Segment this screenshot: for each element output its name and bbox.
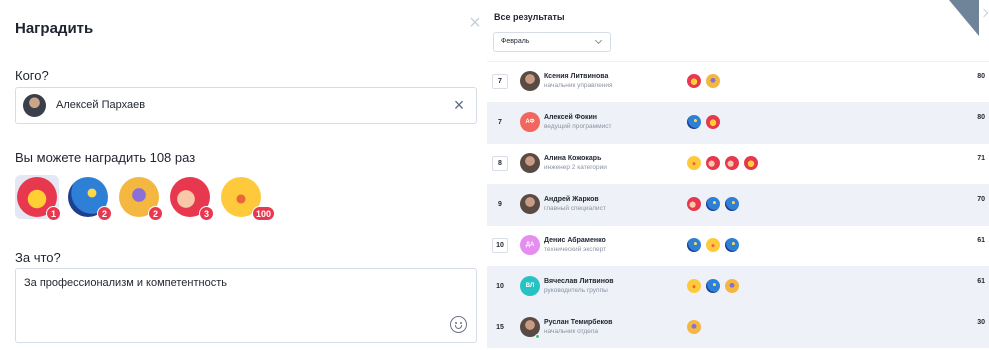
table-row[interactable]: 10 ДА Денис Абраменко технический эксперт 61 (487, 225, 989, 266)
star-award-icon (687, 74, 701, 88)
badge-count: 1 (46, 206, 61, 221)
rank-badge: 15 (496, 324, 504, 331)
rank-badge: 7 (492, 74, 508, 89)
badge-option-thumbs-up[interactable]: 3 (168, 175, 214, 221)
award-panel: Наградить × Кого? Алексей Пархаев × Вы м… (0, 0, 487, 350)
employee-name[interactable]: Денис Абраменко (544, 237, 606, 244)
microphone-award-icon (706, 74, 720, 88)
close-icon[interactable]: × (466, 13, 484, 33)
employee-role: ведущий программист (544, 123, 612, 130)
who-label: Кого? (15, 68, 49, 83)
smile-award-icon (706, 238, 720, 252)
results-title: Все результаты (494, 12, 565, 22)
thumbs-up-award-icon (725, 156, 739, 170)
reason-textarea[interactable]: За профессионализм и компетентность (15, 268, 477, 343)
badge-option-smile[interactable]: 100 (219, 175, 275, 221)
results-panel: Все результаты Февраль 7 Ксения Литвинова… (487, 0, 989, 350)
rocket-award-icon (725, 197, 739, 211)
employee-name[interactable]: Алексей Фокин (544, 114, 597, 121)
rocket-award-icon (706, 197, 720, 211)
rank-badge: 7 (498, 119, 502, 126)
badge-option-microphone[interactable]: 2 (117, 175, 163, 221)
employee-role: начальник управления (544, 82, 613, 89)
clear-recipient-icon[interactable]: × (450, 96, 468, 114)
employee-name[interactable]: Ксения Литвинова (544, 73, 608, 80)
rocket-award-icon (725, 238, 739, 252)
badge-count: 3 (199, 206, 214, 221)
table-row[interactable]: 7 АФ Алексей Фокин ведущий программист 80 (487, 102, 989, 143)
rank-badge: 8 (492, 156, 508, 171)
table-row[interactable]: 9 Андрей Жарков главный специалист 70 (487, 184, 989, 225)
score-value: 80 (977, 114, 985, 121)
employee-role: технический эксперт (544, 246, 607, 253)
score-value: 61 (977, 278, 985, 285)
month-select[interactable]: Февраль (493, 32, 611, 52)
score-value: 30 (977, 319, 985, 326)
recipient-name: Алексей Пархаев (56, 99, 146, 111)
table-row[interactable]: 15 Руслан Темирбеков начальник отдела 30 (487, 307, 989, 348)
badge-count: 2 (148, 206, 163, 221)
month-selected-value: Февраль (501, 38, 530, 45)
table-row[interactable]: 7 Ксения Литвинова начальник управления 80 (487, 61, 989, 102)
star-award-icon (706, 115, 720, 129)
rocket-award-icon (687, 238, 701, 252)
table-row[interactable]: 10 ВЛ Вячеслав Литвинов руководитель группы… (487, 266, 989, 307)
employee-role: главный специалист (544, 205, 606, 212)
rank-badge: 10 (492, 238, 508, 253)
smile-award-icon (687, 156, 701, 170)
microphone-award-icon (687, 320, 701, 334)
avatar (520, 153, 540, 173)
avatar (520, 71, 540, 91)
table-row[interactable]: 8 Алина Кожокарь инженер 2 категории 71 (487, 143, 989, 184)
reason-text: За профессионализм и компетентность (24, 277, 227, 289)
badge-count: 100 (251, 206, 275, 221)
online-status-dot (535, 334, 540, 339)
recipient-avatar (23, 94, 46, 117)
employee-name[interactable]: Алина Кожокарь (544, 155, 601, 162)
score-value: 70 (977, 196, 985, 203)
employee-name[interactable]: Андрей Жарков (544, 196, 599, 203)
thumbs-up-award-icon (706, 156, 720, 170)
chevron-right-icon[interactable] (979, 8, 989, 18)
badge-option-rocket[interactable]: 2 (66, 175, 112, 221)
why-label: За что? (15, 250, 61, 265)
smile-award-icon (687, 279, 701, 293)
rank-badge: 10 (496, 283, 504, 290)
badge-count: 2 (97, 206, 112, 221)
employee-role: инженер 2 категории (544, 164, 607, 171)
score-value: 61 (977, 237, 985, 244)
corner-decoration (949, 0, 979, 36)
employee-role: начальник отдела (544, 328, 598, 335)
thumbs-up-award-icon (687, 197, 701, 211)
avatar: АФ (520, 112, 540, 132)
recipient-field[interactable]: Алексей Пархаев × (15, 87, 477, 124)
rocket-award-icon (706, 279, 720, 293)
avatar (520, 194, 540, 214)
emoji-picker-icon[interactable] (450, 316, 467, 333)
employee-role: руководитель группы (544, 287, 608, 294)
rocket-award-icon (687, 115, 701, 129)
microphone-award-icon (725, 279, 739, 293)
score-value: 71 (977, 155, 985, 162)
score-value: 80 (977, 73, 985, 80)
employee-name[interactable]: Вячеслав Литвинов (544, 278, 614, 285)
avatar: ВЛ (520, 276, 540, 296)
award-title: Наградить (15, 20, 94, 37)
star-award-icon (744, 156, 758, 170)
rank-badge: 9 (498, 201, 502, 208)
chevron-down-icon (594, 36, 603, 45)
avatar: ДА (520, 235, 540, 255)
badge-option-star[interactable]: 1 (15, 175, 61, 221)
employee-name[interactable]: Руслан Темирбеков (544, 319, 613, 326)
award-count-text: Вы можете наградить 108 раз (15, 150, 196, 165)
app-root: Наградить × Кого? Алексей Пархаев × Вы м… (0, 0, 989, 350)
